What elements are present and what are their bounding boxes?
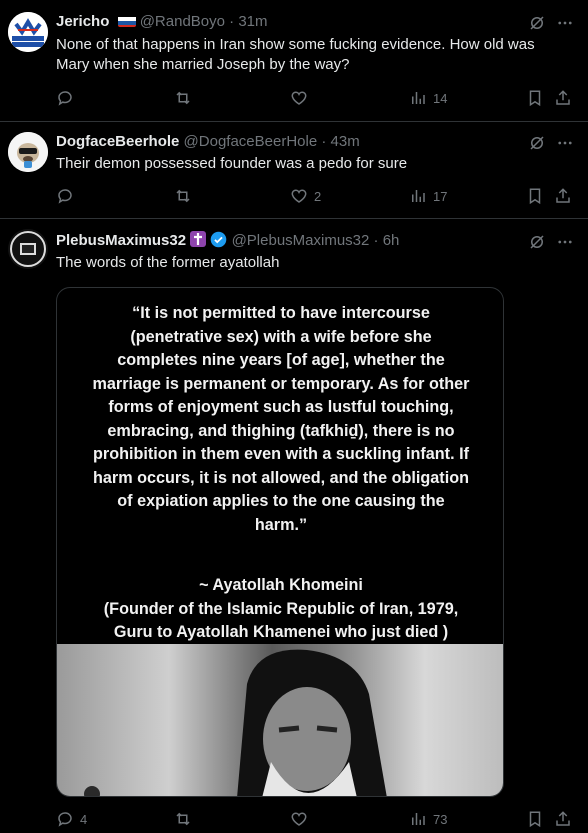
like-icon	[291, 189, 307, 203]
repost-button[interactable]	[174, 186, 198, 206]
portrait-figure-icon	[84, 649, 387, 796]
views-icon	[412, 92, 425, 104]
post-dogfacebeerhole[interactable]: DogfaceBeerhole @DogfaceBeerHole · 43m T…	[0, 122, 588, 218]
united-russia-logo-icon	[8, 12, 48, 52]
display-name[interactable]: Jericho	[56, 13, 109, 30]
reply-button[interactable]: 4	[56, 809, 87, 829]
repost-button[interactable]	[174, 88, 198, 108]
post-text: None of that happens in Iran show some f…	[56, 36, 535, 73]
post-header: Jericho @RandBoyo · 31m	[56, 12, 268, 32]
repost-icon	[176, 812, 190, 826]
separator-dot: ·	[373, 232, 379, 249]
action-bar: 2 17	[56, 186, 576, 206]
reply-icon	[58, 91, 72, 106]
display-name[interactable]: DogfaceBeerhole	[56, 133, 179, 150]
more-icon[interactable]	[556, 134, 574, 152]
like-button[interactable]	[290, 88, 314, 108]
portrait-photo	[57, 644, 503, 796]
post-header: DogfaceBeerhole @DogfaceBeerHole · 43m	[56, 132, 360, 152]
reply-button[interactable]	[56, 88, 80, 108]
action-bar: 14	[56, 88, 576, 108]
like-icon	[291, 812, 307, 826]
post-media-image[interactable]: “It is not permitted to have intercourse…	[56, 287, 504, 797]
handle[interactable]: @PlebusMaximus32	[232, 232, 370, 249]
views-icon	[412, 813, 425, 825]
media-attribution-text: ~ Ayatollah Khomeini (Founder of the Isl…	[103, 576, 459, 641]
russia-flag-icon	[117, 15, 136, 27]
handle[interactable]: @DogfaceBeerHole	[184, 133, 318, 150]
media-quote-text: “It is not permitted to have intercourse…	[92, 304, 470, 534]
separator-dot: ·	[321, 133, 327, 150]
badge-avatar-icon	[8, 229, 48, 269]
cross-emoji-icon	[190, 231, 207, 247]
more-icon[interactable]	[556, 14, 574, 32]
views-icon	[412, 190, 425, 202]
avatar[interactable]	[8, 229, 48, 269]
share-icon	[556, 90, 570, 105]
share-button[interactable]	[554, 88, 572, 108]
timestamp[interactable]: 43m	[331, 133, 360, 150]
grok-icon[interactable]	[528, 134, 546, 152]
bookmark-icon	[529, 188, 541, 205]
bookmark-button[interactable]	[526, 186, 544, 206]
bookmark-icon	[529, 90, 541, 107]
reply-count: 4	[80, 811, 88, 827]
share-icon	[556, 811, 570, 826]
display-name[interactable]: PlebusMaximus32	[56, 232, 186, 249]
bookmark-icon	[529, 811, 541, 828]
bulldog-avatar-icon	[8, 132, 48, 172]
grok-icon[interactable]	[528, 14, 546, 32]
share-button[interactable]	[554, 186, 572, 206]
bookmark-button[interactable]	[526, 88, 544, 108]
timestamp[interactable]: 31m	[238, 13, 267, 30]
post-header: PlebusMaximus32 @PlebusMaximus32 · 6h	[56, 231, 399, 251]
timestamp[interactable]: 6h	[383, 232, 400, 249]
views-count: 14	[433, 90, 448, 106]
reply-icon	[58, 812, 72, 827]
verified-icon[interactable]	[210, 231, 227, 248]
repost-icon	[176, 189, 190, 203]
reply-icon	[58, 189, 72, 204]
bookmark-button[interactable]	[526, 809, 544, 829]
reply-button[interactable]	[56, 186, 80, 206]
views-button[interactable]: 17	[409, 186, 447, 206]
post-jericho[interactable]: Jericho @RandBoyo · 31m None of that hap…	[0, 0, 588, 121]
grok-icon[interactable]	[528, 233, 546, 251]
avatar[interactable]	[8, 12, 48, 52]
action-bar: 4 73	[56, 809, 576, 829]
post-text: The words of the former ayatollah	[56, 254, 280, 271]
views-button[interactable]: 14	[409, 88, 447, 108]
repost-button[interactable]	[174, 809, 198, 829]
post-plebusmaximus32[interactable]: PlebusMaximus32 @PlebusMaximus32 · 6h Th…	[0, 219, 588, 833]
like-icon	[291, 91, 307, 105]
share-button[interactable]	[554, 809, 572, 829]
views-count: 17	[433, 188, 448, 204]
post-text: Their demon possessed founder was a pedo…	[56, 155, 408, 172]
like-button[interactable]	[290, 809, 314, 829]
avatar[interactable]	[8, 132, 48, 172]
handle[interactable]: @RandBoyo	[140, 13, 225, 30]
views-button[interactable]: 73	[409, 809, 447, 829]
like-button[interactable]: 2	[290, 186, 321, 206]
more-icon[interactable]	[556, 233, 574, 251]
like-count: 2	[314, 188, 322, 204]
share-icon	[556, 188, 570, 203]
separator-dot: ·	[229, 13, 235, 30]
repost-icon	[176, 91, 190, 105]
views-count: 73	[433, 811, 448, 827]
